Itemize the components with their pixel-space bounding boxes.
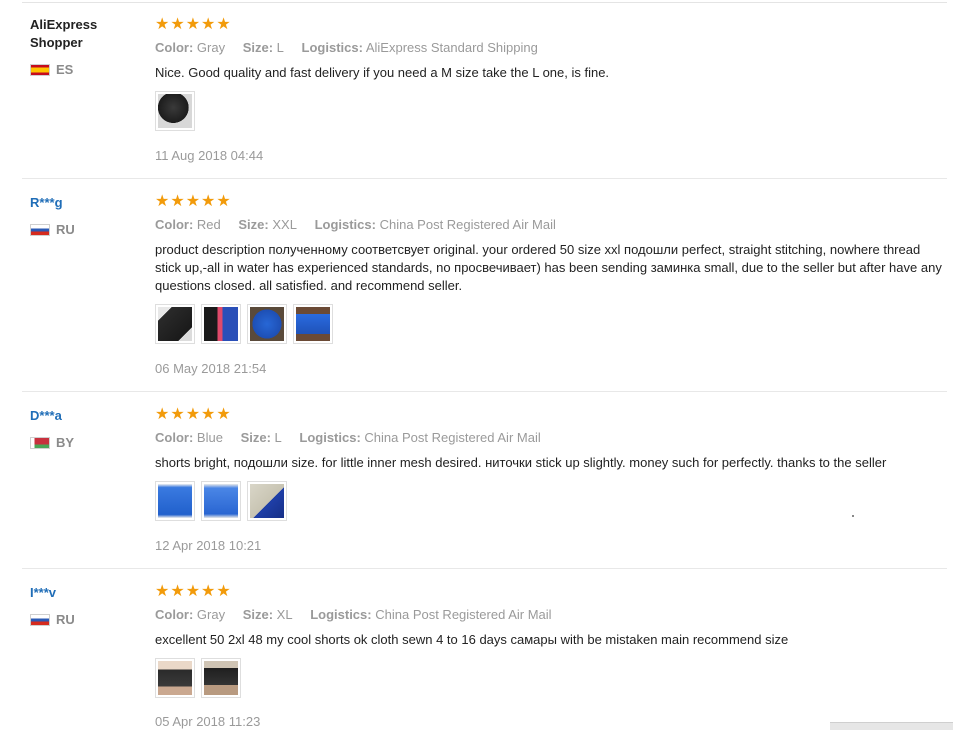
review-photo-thumbnail[interactable] — [293, 304, 333, 344]
star-icon: ★ — [201, 581, 216, 600]
attr-size-value: L — [276, 40, 284, 55]
belarus-flag-icon — [30, 436, 50, 449]
review-photo-thumbnail[interactable] — [155, 304, 195, 344]
review-photos — [155, 658, 241, 698]
review-photo-thumbnail[interactable] — [201, 481, 241, 521]
review-date: 05 Apr 2018 11:23 — [155, 714, 261, 729]
star-icon: ★ — [201, 404, 216, 423]
attr-logistics-value: China Post Registered Air Mail — [364, 430, 541, 445]
reviewer-name[interactable]: I***v — [30, 584, 140, 602]
review-text: Nice. Good quality and fast delivery if … — [155, 65, 610, 80]
star-icon: ★ — [155, 14, 170, 33]
review-photos — [155, 304, 333, 344]
reviewer-country: BY — [30, 435, 74, 450]
attr-color-label: Color: — [155, 607, 194, 622]
order-attributes: Color: Red Size: XXL Logistics: China Po… — [155, 217, 570, 232]
reviewer-name: AliExpress Shopper — [30, 17, 98, 50]
star-icon: ★ — [185, 404, 201, 423]
star-icon: ★ — [170, 404, 185, 423]
review-photo-thumbnail[interactable] — [155, 658, 195, 698]
attr-color-label: Color: — [155, 430, 194, 445]
star-icon: ★ — [185, 191, 201, 210]
star-rating: ★ ★ ★ ★ ★ — [155, 193, 231, 209]
star-icon: ★ — [201, 191, 216, 210]
star-icon: ★ — [170, 581, 185, 600]
star-icon: ★ — [201, 14, 216, 33]
russia-flag-icon — [30, 223, 50, 236]
reviewer-country: RU — [30, 222, 75, 237]
star-icon: ★ — [155, 191, 170, 210]
reviewer-country: RU — [30, 612, 75, 627]
review-date: 12 Apr 2018 10:21 — [155, 538, 262, 553]
attr-logistics-value: China Post Registered Air Mail — [375, 607, 552, 622]
attr-color-value: Gray — [196, 40, 226, 55]
review-photo-thumbnail[interactable] — [247, 481, 287, 521]
review-divider — [22, 178, 947, 179]
review-photos — [155, 91, 195, 131]
star-icon: ★ — [185, 14, 201, 33]
review-photo-thumbnail[interactable] — [155, 91, 195, 131]
review-date: 11 Aug 2018 04:44 — [155, 148, 264, 163]
attr-logistics-label: Logistics: — [301, 40, 363, 55]
reviewer-country: ES — [30, 62, 73, 77]
star-rating: ★ ★ ★ ★ ★ — [155, 583, 231, 599]
review-photo-thumbnail[interactable] — [155, 481, 195, 521]
review-photo-thumbnail[interactable] — [201, 304, 241, 344]
attr-color-value: Gray — [196, 607, 226, 622]
attr-size-label: Size: — [242, 607, 274, 622]
star-icon: ★ — [155, 404, 170, 423]
russia-flag-icon — [30, 613, 50, 626]
attr-logistics-label: Logistics: — [299, 430, 361, 445]
review-date: 06 May 2018 21:54 — [155, 361, 267, 376]
attr-color-value: Blue — [196, 430, 223, 445]
reviewer-name[interactable]: D***a — [30, 407, 140, 425]
star-icon: ★ — [216, 404, 231, 423]
review-text: shorts bright, подошли size. for little … — [155, 455, 887, 470]
review-photo-thumbnail[interactable] — [201, 658, 241, 698]
reviewer-name[interactable]: R***g — [30, 194, 140, 212]
star-icon: ★ — [216, 191, 231, 210]
star-icon: ★ — [155, 581, 170, 600]
top-divider — [22, 2, 947, 3]
country-code: BY — [56, 435, 75, 450]
star-rating: ★ ★ ★ ★ ★ — [155, 16, 231, 32]
attr-size-label: Size: — [238, 217, 269, 232]
spain-flag-icon — [30, 63, 50, 76]
attr-size-value: XL — [276, 607, 293, 622]
attr-size-label: Size: — [242, 40, 274, 55]
order-attributes: Color: Gray Size: XL Logistics: China Po… — [155, 607, 566, 622]
review-text: product description полученному соответс… — [155, 242, 942, 293]
stray-dot — [852, 515, 854, 517]
order-attributes: Color: Gray Size: L Logistics: AliExpres… — [155, 40, 552, 55]
country-code: RU — [56, 222, 75, 237]
attr-color-label: Color: — [155, 217, 194, 232]
attr-logistics-value: China Post Registered Air Mail — [379, 217, 556, 232]
review-text: excellent 50 2xl 48 my cool shorts ok cl… — [155, 632, 789, 647]
attr-logistics-value: AliExpress Standard Shipping — [365, 40, 538, 55]
country-code: RU — [56, 612, 75, 627]
star-icon: ★ — [216, 14, 231, 33]
review-divider — [22, 391, 947, 392]
star-icon: ★ — [170, 191, 185, 210]
attr-size-label: Size: — [240, 430, 271, 445]
star-icon: ★ — [185, 581, 201, 600]
review-photo-thumbnail[interactable] — [247, 304, 287, 344]
attr-color-label: Color: — [155, 40, 194, 55]
country-code: ES — [56, 62, 74, 77]
star-icon: ★ — [170, 14, 185, 33]
star-rating: ★ ★ ★ ★ ★ — [155, 406, 231, 422]
attr-size-value: L — [274, 430, 282, 445]
star-icon: ★ — [216, 581, 231, 600]
attr-size-value: XXL — [272, 217, 297, 232]
attr-color-value: Red — [196, 217, 221, 232]
review-photos — [155, 481, 287, 521]
review-divider — [22, 568, 947, 569]
attr-logistics-label: Logistics: — [314, 217, 376, 232]
order-attributes: Color: Blue Size: L Logistics: China Pos… — [155, 430, 555, 445]
attr-logistics-label: Logistics: — [310, 607, 372, 622]
